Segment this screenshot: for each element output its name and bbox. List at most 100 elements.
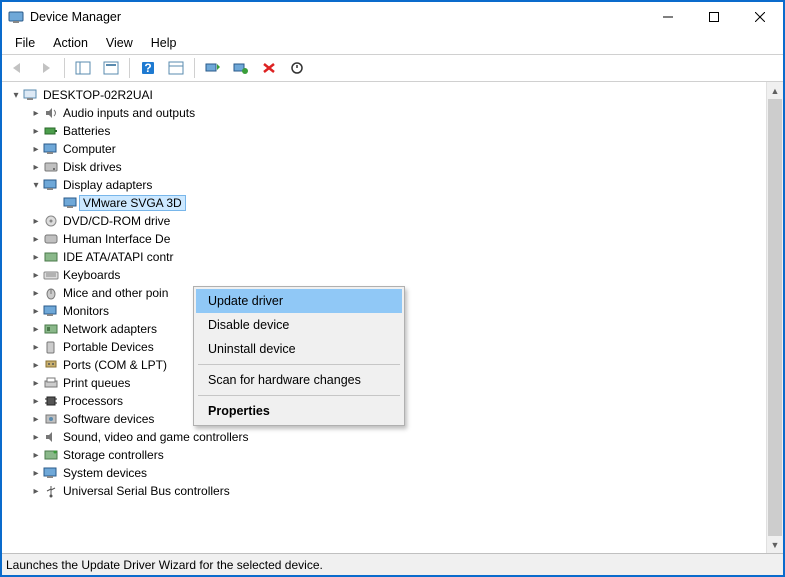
tree-root-label: DESKTOP-02R2UAI [40, 88, 156, 102]
tree-category[interactable]: ▸ Audio inputs and outputs [4, 104, 781, 122]
chevron-right-icon[interactable]: ▸ [30, 450, 42, 461]
chevron-right-icon[interactable]: ▸ [30, 216, 42, 227]
ctx-disable-device[interactable]: Disable device [196, 313, 402, 337]
tree-label: Processors [60, 394, 126, 408]
device-manager-window: Device Manager File Action View Help [0, 0, 785, 577]
tree-category[interactable]: ▸ Sound, video and game controllers [4, 428, 781, 446]
chevron-right-icon[interactable]: ▸ [30, 144, 42, 155]
tree-category[interactable]: ▸ Computer [4, 140, 781, 158]
disk-icon [42, 160, 60, 174]
processor-icon [42, 394, 60, 408]
back-button[interactable] [6, 57, 30, 79]
tree-category[interactable]: ▸ Batteries [4, 122, 781, 140]
forward-button[interactable] [34, 57, 58, 79]
app-icon [8, 9, 24, 25]
tree-root[interactable]: ▾ DESKTOP-02R2UAI [4, 86, 781, 104]
chevron-right-icon[interactable]: ▸ [30, 486, 42, 497]
disable-button[interactable] [285, 57, 309, 79]
tree-category-display-adapters[interactable]: ▾ Display adapters [4, 176, 781, 194]
chevron-right-icon[interactable]: ▸ [30, 270, 42, 281]
tree-label: Keyboards [60, 268, 123, 282]
status-text: Launches the Update Driver Wizard for th… [6, 558, 323, 572]
chevron-right-icon[interactable]: ▸ [30, 306, 42, 317]
chevron-down-icon[interactable]: ▾ [30, 180, 42, 191]
ctx-scan-hardware[interactable]: Scan for hardware changes [196, 368, 402, 392]
chevron-down-icon[interactable]: ▾ [10, 90, 22, 101]
help-button[interactable]: ? [136, 57, 160, 79]
scroll-down-arrow[interactable]: ▼ [767, 536, 783, 553]
chevron-right-icon[interactable]: ▸ [30, 108, 42, 119]
tree-device-vmware-svga-3d[interactable]: VMware SVGA 3D [4, 194, 781, 212]
chevron-right-icon[interactable]: ▸ [30, 252, 42, 263]
chevron-right-icon[interactable]: ▸ [30, 414, 42, 425]
chevron-right-icon[interactable]: ▸ [30, 468, 42, 479]
hid-icon [42, 232, 60, 246]
tree-label: Computer [60, 142, 119, 156]
show-hide-tree-button[interactable] [71, 57, 95, 79]
tree-category[interactable]: ▸ System devices [4, 464, 781, 482]
chevron-right-icon[interactable]: ▸ [30, 360, 42, 371]
tree-category[interactable]: ▸ Keyboards [4, 266, 781, 284]
toolbar-separator [194, 58, 195, 78]
maximize-button[interactable] [691, 2, 737, 32]
ctx-uninstall-device[interactable]: Uninstall device [196, 337, 402, 361]
menubar: File Action View Help [2, 32, 783, 54]
menu-view[interactable]: View [97, 34, 142, 52]
tree-category[interactable]: ▸ Disk drives [4, 158, 781, 176]
computer-icon [42, 142, 60, 156]
tree-category[interactable]: ▸ DVD/CD-ROM drive [4, 212, 781, 230]
software-icon [42, 412, 60, 426]
monitor-icon [42, 304, 60, 318]
close-button[interactable] [737, 2, 783, 32]
audio-icon [42, 106, 60, 120]
chevron-right-icon[interactable]: ▸ [30, 162, 42, 173]
tree-label: Storage controllers [60, 448, 167, 462]
ports-icon [42, 358, 60, 372]
properties-button[interactable] [99, 57, 123, 79]
update-driver-button[interactable] [201, 57, 225, 79]
tree-category[interactable]: ▸ IDE ATA/ATAPI contr [4, 248, 781, 266]
ctx-properties[interactable]: Properties [196, 399, 402, 423]
network-icon [42, 322, 60, 336]
tree-label: Sound, video and game controllers [60, 430, 251, 444]
tree-category[interactable]: ▸ Universal Serial Bus controllers [4, 482, 781, 500]
menu-action[interactable]: Action [44, 34, 97, 52]
storage-icon [42, 448, 60, 462]
tree-label: Ports (COM & LPT) [60, 358, 170, 372]
scroll-track[interactable] [767, 99, 783, 536]
display-icon [42, 178, 60, 192]
uninstall-button[interactable] [257, 57, 281, 79]
scan-hardware-button[interactable] [229, 57, 253, 79]
scroll-up-arrow[interactable]: ▲ [767, 82, 783, 99]
printer-icon [42, 376, 60, 390]
chevron-right-icon[interactable]: ▸ [30, 378, 42, 389]
display-icon [62, 196, 80, 210]
tree-category[interactable]: ▸ Human Interface De [4, 230, 781, 248]
tree-label: Mice and other poin [60, 286, 171, 300]
tree-label: Disk drives [60, 160, 125, 174]
computer-icon [22, 88, 40, 102]
chevron-right-icon[interactable]: ▸ [30, 396, 42, 407]
toolbar-separator [129, 58, 130, 78]
vertical-scrollbar[interactable]: ▲ ▼ [766, 82, 783, 553]
minimize-button[interactable] [645, 2, 691, 32]
chevron-right-icon[interactable]: ▸ [30, 342, 42, 353]
battery-icon [42, 124, 60, 138]
tree-label: Display adapters [60, 178, 155, 192]
chevron-right-icon[interactable]: ▸ [30, 288, 42, 299]
tree-category[interactable]: ▸ Storage controllers [4, 446, 781, 464]
action-button[interactable] [164, 57, 188, 79]
chevron-right-icon[interactable]: ▸ [30, 126, 42, 137]
menu-help[interactable]: Help [142, 34, 186, 52]
chevron-right-icon[interactable]: ▸ [30, 234, 42, 245]
tree-label: System devices [60, 466, 150, 480]
chevron-right-icon[interactable]: ▸ [30, 324, 42, 335]
scroll-thumb[interactable] [768, 99, 782, 536]
ctx-update-driver[interactable]: Update driver [196, 289, 402, 313]
device-tree[interactable]: ▾ DESKTOP-02R2UAI ▸ Audio inputs and out… [2, 82, 783, 553]
tree-label: Portable Devices [60, 340, 157, 354]
keyboard-icon [42, 268, 60, 282]
tree-label: DVD/CD-ROM drive [60, 214, 173, 228]
chevron-right-icon[interactable]: ▸ [30, 432, 42, 443]
menu-file[interactable]: File [6, 34, 44, 52]
